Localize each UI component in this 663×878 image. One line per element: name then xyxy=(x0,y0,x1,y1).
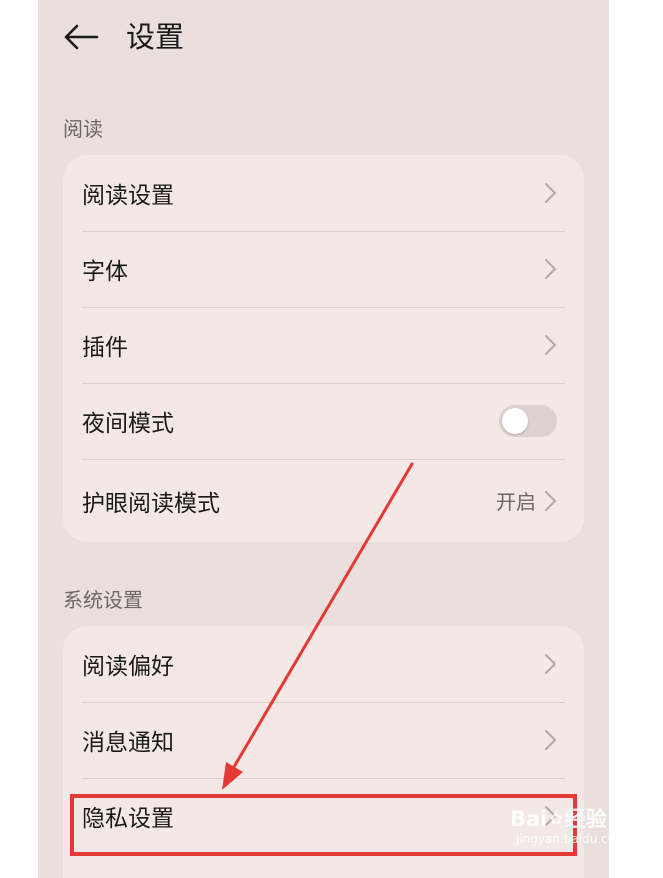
settings-item-reading-preferences[interactable]: 阅读偏好 xyxy=(63,626,584,702)
item-value: 开启 xyxy=(496,490,536,514)
item-label: 消息通知 xyxy=(82,730,174,756)
chevron-right-icon xyxy=(545,730,556,750)
item-label: 阅读设置 xyxy=(82,183,174,209)
item-label: 字体 xyxy=(82,259,128,285)
reading-settings-card: 阅读设置 字体 插件 夜间模式 护眼阅读模式 开启 xyxy=(63,155,584,542)
chevron-right-icon xyxy=(545,183,556,203)
back-button[interactable] xyxy=(60,16,102,58)
page-title: 设置 xyxy=(126,20,185,54)
settings-item-plugins[interactable]: 插件 xyxy=(63,307,584,383)
settings-item-notifications[interactable]: 消息通知 xyxy=(63,702,584,778)
settings-item-night-mode: 夜间模式 xyxy=(63,383,584,459)
item-label: 护眼阅读模式 xyxy=(82,490,220,517)
header: 设置 xyxy=(38,0,609,76)
chevron-right-icon xyxy=(545,335,556,355)
settings-item-eye-protection[interactable]: 护眼阅读模式 开启 xyxy=(63,459,584,542)
item-label: 夜间模式 xyxy=(82,411,174,437)
toggle-knob xyxy=(502,408,528,434)
item-label: 隐私设置 xyxy=(82,806,174,832)
settings-screen: 设置 阅读 阅读设置 字体 插件 夜间模式 护眼阅读模式 开启 系统设置 阅读偏… xyxy=(38,0,609,878)
chevron-right-icon xyxy=(545,806,556,826)
back-arrow-icon xyxy=(64,24,99,50)
settings-item-font[interactable]: 字体 xyxy=(63,231,584,307)
settings-item-privacy[interactable]: 隐私设置 xyxy=(63,778,584,854)
chevron-right-icon xyxy=(545,654,556,674)
section-label-reading: 阅读 xyxy=(63,117,103,141)
chevron-right-icon xyxy=(545,490,556,511)
item-label: 阅读偏好 xyxy=(82,654,174,680)
night-mode-toggle[interactable] xyxy=(499,405,557,437)
system-settings-card: 阅读偏好 消息通知 隐私设置 xyxy=(63,626,584,878)
item-label: 插件 xyxy=(82,335,128,361)
chevron-right-icon xyxy=(545,259,556,279)
section-label-system: 系统设置 xyxy=(63,588,143,612)
settings-item-reading-settings[interactable]: 阅读设置 xyxy=(63,155,584,231)
